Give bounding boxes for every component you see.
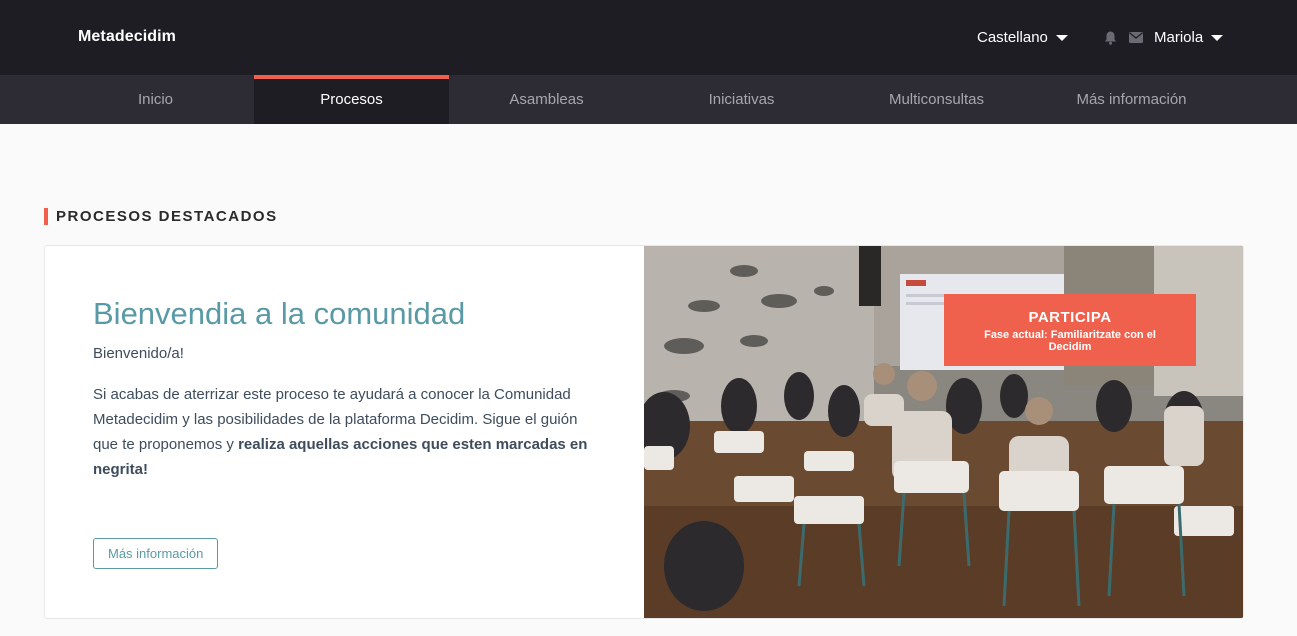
more-info-button[interactable]: Más información — [93, 538, 219, 569]
nav-item-inicio[interactable]: Inicio — [58, 75, 253, 124]
user-name: Mariola — [1154, 29, 1204, 46]
caret-down-icon — [1211, 34, 1224, 41]
process-subtitle: Bienvenido/a! — [93, 345, 184, 362]
language-label: Castellano — [977, 29, 1048, 46]
main-nav: Inicio Procesos Asambleas Iniciativas Mu… — [0, 75, 1297, 124]
featured-process-card: Bienvendia a la comunidad Bienvenido/a! … — [44, 245, 1244, 619]
user-menu[interactable]: Mariola — [1154, 29, 1224, 46]
nav-item-asambleas[interactable]: Asambleas — [449, 75, 644, 124]
caret-down-icon — [1055, 34, 1068, 41]
section-title: PROCESOS DESTACADOS — [44, 208, 278, 225]
nav-item-multiconsultas[interactable]: Multiconsultas — [839, 75, 1034, 124]
top-bar: Metadecidim Castellano Mariola — [0, 0, 1297, 75]
current-phase-label: Fase actual: Familiaritzate con el Decid… — [984, 329, 1156, 353]
process-image[interactable]: PARTICIPA Fase actual: Familiaritzate co… — [644, 246, 1243, 618]
nav-item-procesos[interactable]: Procesos — [254, 75, 449, 124]
process-description: Si acabas de aterrizar este proceso te a… — [93, 382, 593, 482]
language-selector[interactable]: Castellano — [977, 29, 1068, 46]
participa-label: PARTICIPA — [1028, 309, 1112, 326]
mail-icon[interactable] — [1129, 32, 1143, 43]
participa-button[interactable]: PARTICIPA Fase actual: Familiaritzate co… — [944, 294, 1196, 366]
nav-item-mas-informacion[interactable]: Más información — [1034, 75, 1229, 124]
site-logo[interactable]: Metadecidim — [78, 28, 176, 46]
bell-icon[interactable] — [1104, 31, 1117, 45]
process-title[interactable]: Bienvendia a la comunidad — [93, 296, 465, 332]
nav-item-iniciativas[interactable]: Iniciativas — [644, 75, 839, 124]
